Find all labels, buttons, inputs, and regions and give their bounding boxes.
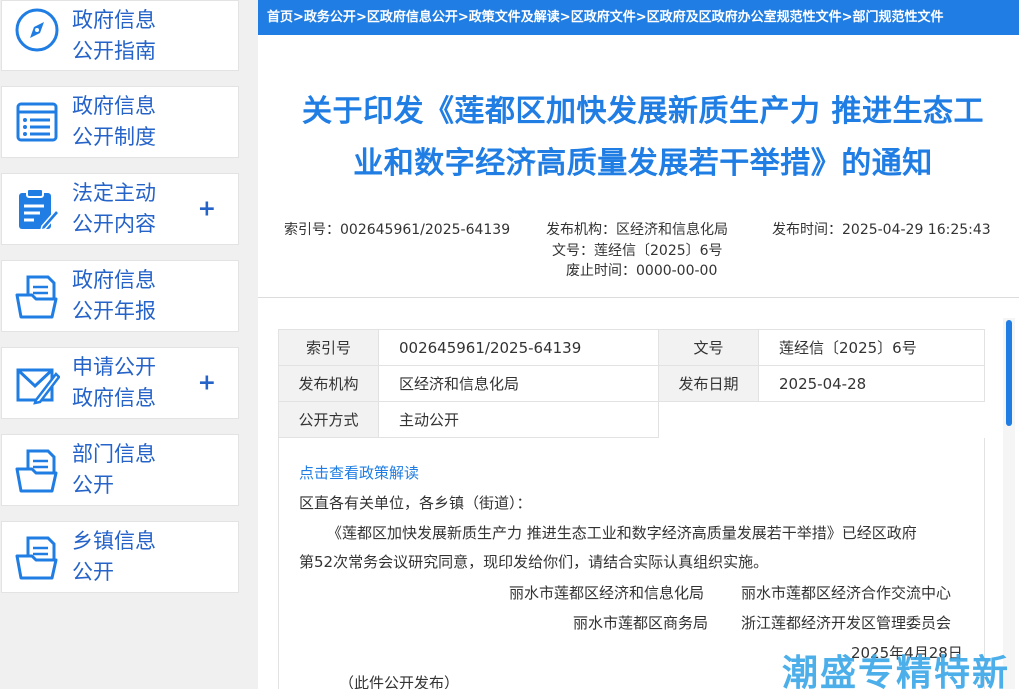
vertical-scrollbar[interactable] (1003, 318, 1015, 689)
table-cell-label: 发布日期 (658, 365, 759, 402)
meta-org: 发布机构：区经济和信息化局 (546, 222, 728, 238)
table-cell-value: 莲经信〔2025〕6号 (758, 329, 985, 366)
signature-org: 丽水市莲都区经济合作交流中心 (741, 584, 952, 602)
folder-doc-icon (15, 536, 58, 580)
breadcrumb-separator: > (841, 10, 853, 25)
envelope-pen-icon (16, 368, 60, 405)
table-cell-empty (658, 401, 985, 438)
breadcrumb-separator: > (355, 10, 367, 25)
main-content: 首页>政务公开>区政府信息公开>政策文件及解读>区政府文件>区政府及区政府办公室… (258, 0, 1019, 689)
sidebar-item-annual-report[interactable]: 政府信息 公开年报 (1, 260, 239, 332)
breadcrumb: 首页>政务公开>区政府信息公开>政策文件及解读>区政府文件>区政府及区政府办公室… (258, 0, 1019, 35)
signature-org: 丽水市莲都区商务局 (573, 614, 709, 632)
body-paragraph: 《莲都区加快发展新质生产力 推进生态工业和数字经济高质量发展若干举措》已经区政府 (327, 524, 917, 542)
sidebar-item-label: 部门信息 公开 (72, 442, 156, 497)
sidebar-item-label: 政府信息 公开指南 (72, 7, 156, 63)
sidebar-item-system[interactable]: 政府信息 公开制度 (1, 86, 239, 158)
table-cell-label: 文号 (658, 329, 759, 366)
info-table: 索引号 002645961/2025-64139 文号 莲经信〔2025〕6号 … (278, 329, 985, 438)
policy-interpretation-link[interactable]: 点击查看政策解读 (299, 462, 419, 483)
table-cell-label: 发布机构 (278, 365, 379, 402)
scrollbar-thumb[interactable] (1006, 320, 1012, 426)
sidebar-item-label: 法定主动 公开内容 (72, 181, 156, 236)
sidebar-item-department[interactable]: 部门信息 公开 (1, 434, 239, 506)
breadcrumb-separator: > (559, 10, 571, 25)
page-title: 关于印发《莲都区加快发展新质生产力 推进生态工 业和数字经济高质量发展若干举措》… (302, 94, 984, 181)
expand-plus-icon[interactable]: + (198, 197, 216, 222)
table-cell-value: 002645961/2025-64139 (378, 329, 659, 366)
meta-expire: 废止时间：0000-00-00 (566, 263, 718, 279)
table-cell-value: 主动公开 (378, 401, 659, 438)
compass-icon (15, 8, 59, 52)
breadcrumb-info-public[interactable]: 区政府信息公开 (367, 10, 458, 25)
table-cell-value: 区经济和信息化局 (378, 365, 659, 402)
breadcrumb-home[interactable]: 首页 (267, 10, 293, 25)
breadcrumb-separator: > (457, 10, 469, 25)
breadcrumb-policy[interactable]: 政策文件及解读 (469, 10, 560, 25)
table-row: 发布机构 区经济和信息化局 发布日期 2025-04-28 (278, 365, 985, 402)
folder-doc-icon (15, 275, 58, 319)
sidebar-item-statutory[interactable]: 法定主动 公开内容 + (1, 173, 239, 245)
divider (258, 297, 1019, 298)
meta-time: 发布时间：2025-04-29 16:25:43 (772, 222, 991, 238)
greeting-text: 区直各有关单位，各乡镇（街道）： (299, 494, 532, 512)
document-list-icon (16, 102, 58, 142)
sidebar-item-guide[interactable]: 政府信息 公开指南 (1, 0, 239, 71)
table-cell-value: 2025-04-28 (758, 365, 985, 402)
breadcrumb-separator: > (635, 10, 647, 25)
watermark-text: 潮盛专精特新 (782, 653, 1011, 689)
meta-index: 索引号：002645961/2025-64139 (284, 222, 511, 238)
table-cell-label: 索引号 (278, 329, 379, 366)
meta-docno: 文号：莲经信〔2025〕6号 (552, 243, 723, 259)
sidebar: 政府信息 公开指南 政府信息 公开制度 法定主动 公开内容 + 政府信息 公开年… (0, 0, 240, 689)
expand-plus-icon[interactable]: + (198, 371, 216, 396)
sidebar-item-township[interactable]: 乡镇信息 公开 (1, 521, 239, 593)
body-paragraph: 第52次常务会议研究同意，现印发给你们，请结合实际认真组织实施。 (299, 553, 769, 571)
folder-doc-icon (15, 449, 58, 493)
sidebar-item-label: 申请公开 政府信息 (72, 355, 156, 410)
sidebar-item-apply[interactable]: 申请公开 政府信息 + (1, 347, 239, 419)
sidebar-item-label: 乡镇信息 公开 (72, 529, 156, 584)
breadcrumb-dept-docs[interactable]: 部门规范性文件 (853, 10, 944, 25)
sidebar-item-label: 政府信息 公开年报 (72, 268, 156, 323)
breadcrumb-separator: > (293, 10, 304, 25)
table-row: 公开方式 主动公开 (278, 401, 985, 438)
publish-note: （此件公开发布） (339, 674, 460, 689)
signature-org: 浙江莲都经济开发区管理委员会 (741, 614, 952, 632)
breadcrumb-gov-docs[interactable]: 区政府文件 (571, 10, 636, 25)
sidebar-item-label: 政府信息 公开制度 (72, 94, 156, 149)
signature-org: 丽水市莲都区经济和信息化局 (509, 584, 705, 602)
table-row: 索引号 002645961/2025-64139 文号 莲经信〔2025〕6号 (278, 329, 985, 366)
breadcrumb-gov-affairs[interactable]: 政务公开 (304, 10, 356, 25)
breadcrumb-normative-docs[interactable]: 区政府及区政府办公室规范性文件 (647, 10, 842, 25)
clipboard-edit-icon (19, 188, 60, 232)
table-cell-label: 公开方式 (278, 401, 379, 438)
